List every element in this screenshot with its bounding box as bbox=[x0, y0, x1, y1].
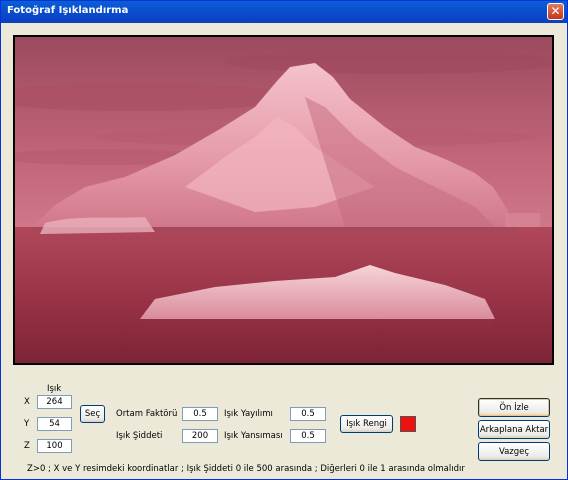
cancel-button[interactable]: Vazgeç bbox=[478, 442, 550, 461]
title-bar[interactable]: Fotoğraf Işıklandırma ✕ bbox=[1, 1, 567, 23]
x-input[interactable] bbox=[37, 395, 72, 409]
iceberg-photo bbox=[15, 37, 552, 363]
isik-siddeti-input[interactable] bbox=[182, 429, 218, 443]
select-point-button[interactable]: Seç bbox=[80, 405, 105, 423]
hint-text: Z>0 ; X ve Y resimdeki koordinatlar ; Iş… bbox=[27, 464, 465, 474]
light-color-swatch bbox=[400, 416, 416, 432]
isik-yansimasi-label: Işık Yansıması bbox=[224, 431, 283, 441]
window-title: Fotoğraf Işıklandırma bbox=[7, 5, 129, 16]
preview-button[interactable]: Ön İzle bbox=[478, 398, 550, 417]
apply-background-button[interactable]: Arkaplana Aktar bbox=[478, 420, 550, 439]
dialog-client: Işık X Y Z Seç Ortam Faktörü Işık Şiddet… bbox=[1, 23, 567, 479]
y-input[interactable] bbox=[37, 417, 72, 431]
z-label: Z bbox=[24, 441, 30, 451]
light-color-button[interactable]: Işık Rengi bbox=[340, 415, 393, 433]
isik-yayilimi-label: Işık Yayılımı bbox=[224, 409, 273, 419]
photo-preview bbox=[13, 35, 554, 365]
close-icon[interactable]: ✕ bbox=[547, 3, 564, 20]
y-label: Y bbox=[24, 419, 30, 429]
dialog-window: Fotoğraf Işıklandırma ✕ Işık X 264 Y 54 … bbox=[0, 0, 568, 480]
z-input[interactable] bbox=[37, 439, 72, 453]
ortam-faktoru-input[interactable] bbox=[182, 407, 218, 421]
isik-siddeti-label: Işık Şiddeti bbox=[116, 431, 163, 441]
ortam-faktoru-label: Ortam Faktörü bbox=[116, 409, 178, 419]
isik-label: Işık bbox=[47, 384, 62, 394]
iceberg-image bbox=[15, 37, 552, 363]
isik-yayilimi-input[interactable] bbox=[290, 407, 326, 421]
x-label: X bbox=[24, 397, 30, 407]
isik-yansimasi-input[interactable] bbox=[290, 429, 326, 443]
